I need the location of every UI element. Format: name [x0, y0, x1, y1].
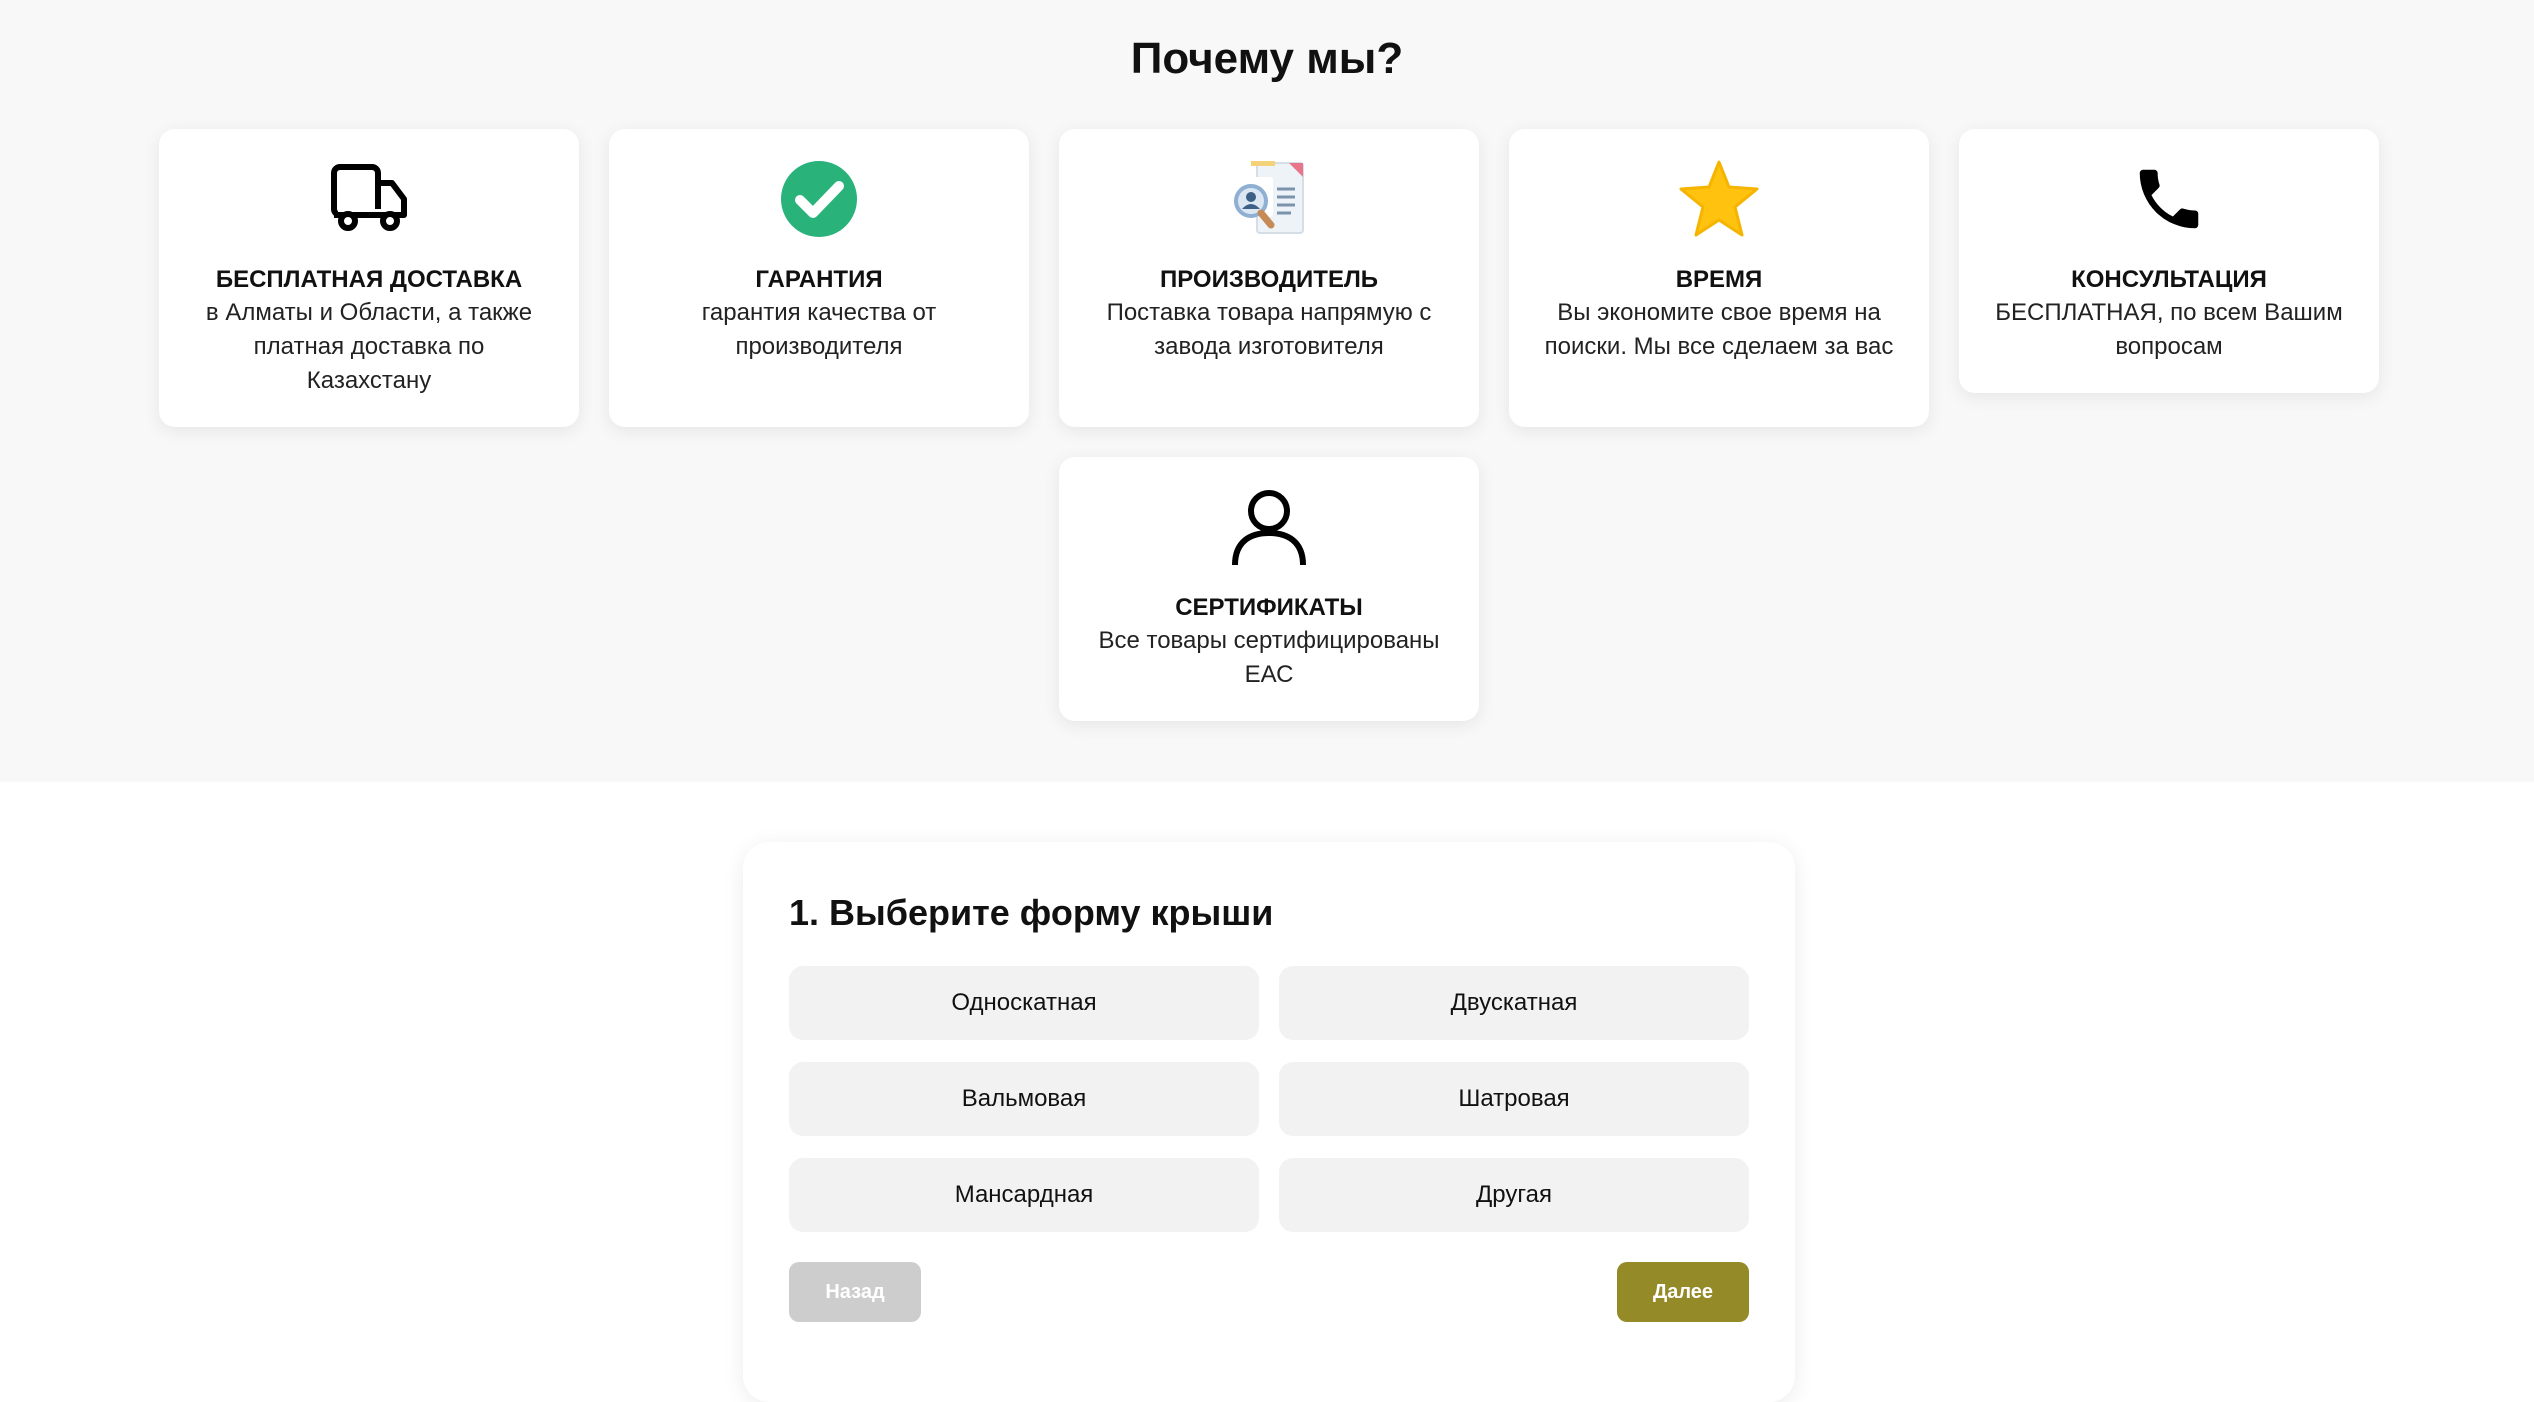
- feature-description: Вы экономите свое время на поиски. Мы вс…: [1544, 299, 1894, 360]
- option-pyramid[interactable]: Шатровая: [1279, 1062, 1749, 1136]
- feature-title: ПРОИЗВОДИТЕЛЬ: [1159, 266, 1379, 293]
- why-us-section: Почему мы? БЕСПЛАТНАЯ ДОСТАВКА в Алматы …: [0, 0, 2534, 782]
- check-circle-icon: [609, 157, 1029, 241]
- back-button[interactable]: Назад: [789, 1262, 921, 1322]
- phone-icon: [1959, 157, 2379, 241]
- option-other[interactable]: Другая: [1279, 1158, 1749, 1232]
- option-hip[interactable]: Вальмовая: [789, 1062, 1259, 1136]
- next-button[interactable]: Далее: [1617, 1262, 1749, 1322]
- section-title: Почему мы?: [1130, 34, 1404, 83]
- roof-quiz-card: 1. Выберите форму крыши Односкатная Двус…: [743, 842, 1795, 1402]
- feature-description: гарантия качества от производителя: [701, 299, 937, 360]
- option-gable[interactable]: Двускатная: [1279, 966, 1749, 1040]
- feature-description: в Алматы и Области, а также платная дост…: [205, 299, 533, 394]
- feature-title: ВРЕМЯ: [1675, 266, 1763, 293]
- quiz-question-title: 1. Выберите форму крыши: [789, 892, 1274, 933]
- feature-card-consultation: КОНСУЛЬТАЦИЯ БЕСПЛАТНАЯ, по всем Вашим в…: [1959, 129, 2379, 393]
- truck-icon: [159, 157, 579, 241]
- feature-card-certificates: СЕРТИФИКАТЫ Все товары сертифицированы Е…: [1059, 457, 1479, 721]
- feature-card-delivery: БЕСПЛАТНАЯ ДОСТАВКА в Алматы и Области, …: [159, 129, 579, 427]
- feature-description: Поставка товара напрямую с завода изгото…: [1106, 299, 1432, 360]
- document-search-icon: [1059, 157, 1479, 241]
- feature-card-manufacturer: ПРОИЗВОДИТЕЛЬ Поставка товара напрямую с…: [1059, 129, 1479, 427]
- feature-card-time: ВРЕМЯ Вы экономите свое время на поиски.…: [1509, 129, 1929, 427]
- feature-title: СЕРТИФИКАТЫ: [1175, 594, 1363, 621]
- option-mansard[interactable]: Мансардная: [789, 1158, 1259, 1232]
- feature-title: ГАРАНТИЯ: [755, 266, 883, 293]
- option-single-pitch[interactable]: Односкатная: [789, 966, 1259, 1040]
- feature-card-guarantee: ГАРАНТИЯ гарантия качества от производит…: [609, 129, 1029, 427]
- feature-title: БЕСПЛАТНАЯ ДОСТАВКА: [215, 266, 523, 293]
- feature-description: БЕСПЛАТНАЯ, по всем Вашим вопросам: [1995, 299, 2343, 360]
- user-icon: [1059, 485, 1479, 569]
- star-icon: [1509, 157, 1929, 241]
- feature-title: КОНСУЛЬТАЦИЯ: [2071, 266, 2267, 293]
- feature-description: Все товары сертифицированы ЕАС: [1098, 627, 1440, 688]
